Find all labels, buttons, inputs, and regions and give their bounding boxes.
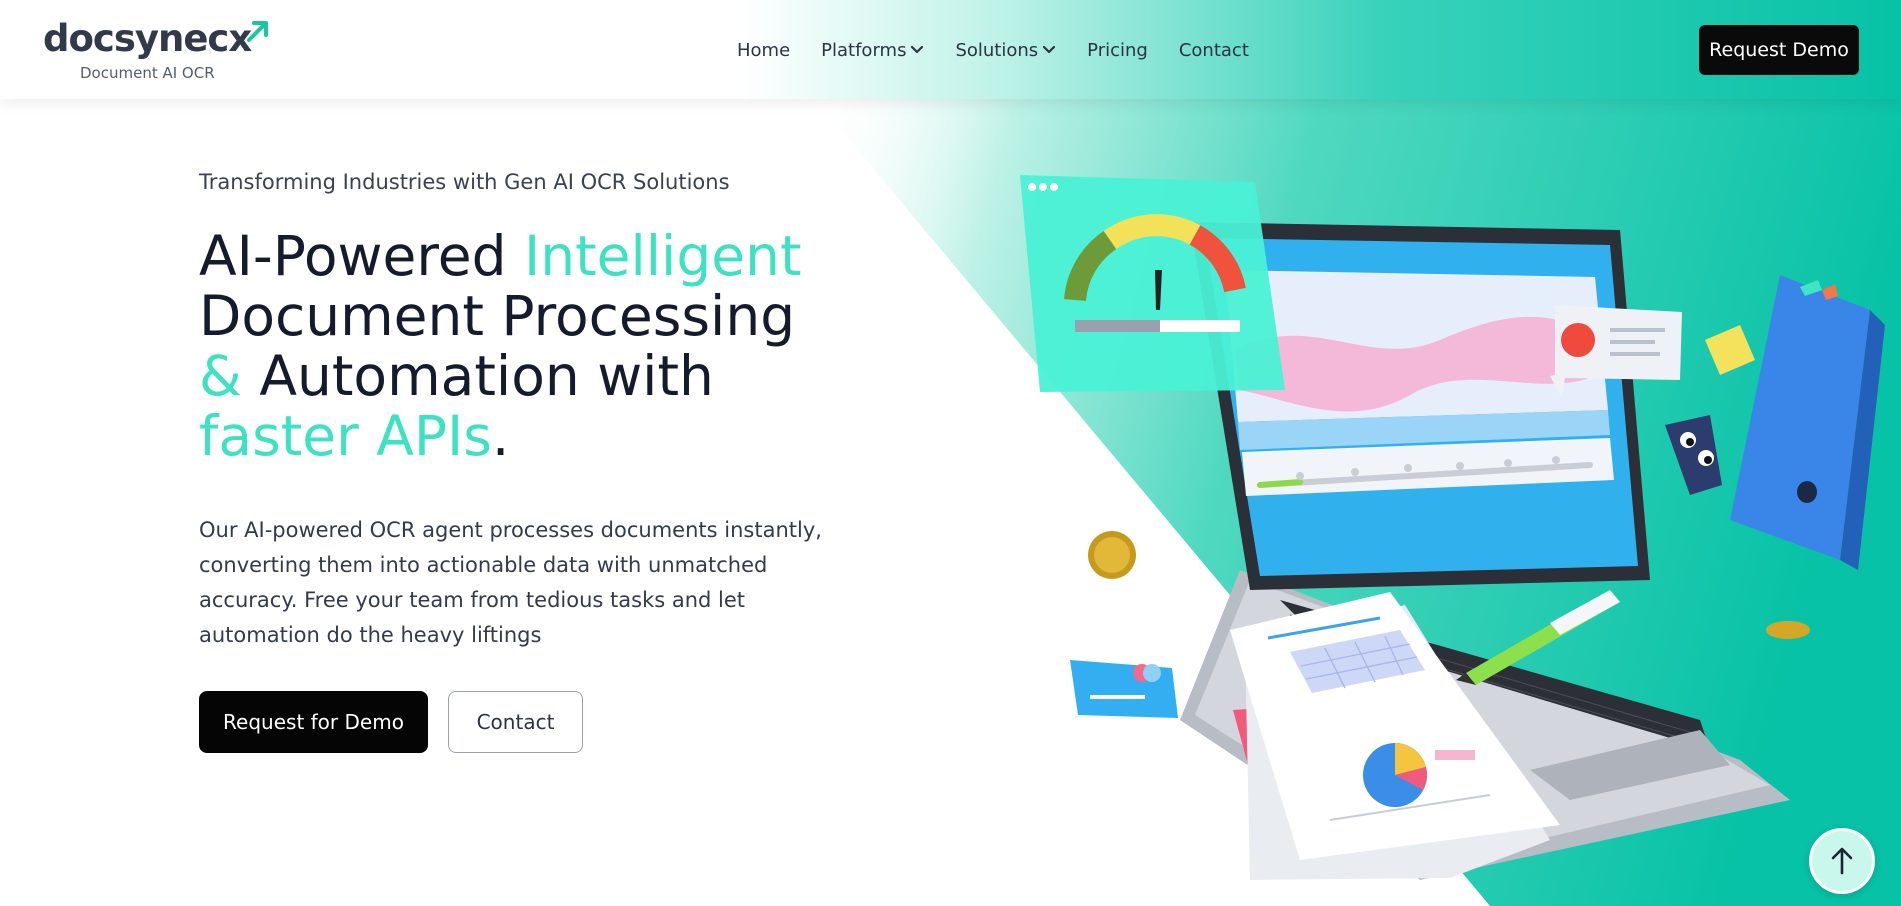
brand-subtitle: Document AI OCR — [80, 64, 215, 82]
chevron-down-icon — [911, 45, 924, 54]
nav-item-home[interactable]: Home — [737, 40, 790, 61]
headline-part: Automation with — [241, 344, 714, 408]
main-nav: Home Platforms Solutions Pricing Contact — [737, 37, 1280, 63]
request-for-demo-button[interactable]: Request for Demo — [199, 691, 428, 753]
nav-item-pricing[interactable]: Pricing — [1087, 40, 1148, 61]
hero-tagline: Transforming Industries with Gen AI OCR … — [199, 170, 730, 194]
nav-label: Contact — [1178, 39, 1249, 61]
hero-description: Our AI-powered OCR agent processes docum… — [199, 518, 822, 647]
headline-part: . — [491, 404, 510, 468]
nav-item-platforms[interactable]: Platforms — [821, 40, 924, 61]
hero-headline: AI-Powered Intelligent Document Processi… — [199, 226, 879, 466]
gauge-card-illustration — [1020, 175, 1285, 392]
nav-label: Pricing — [1087, 39, 1148, 61]
headline-accent: & — [199, 344, 242, 408]
headline-part: Document Processing — [199, 284, 796, 348]
scroll-to-top-button[interactable] — [1809, 828, 1875, 894]
request-demo-button[interactable]: Request Demo — [1699, 25, 1859, 75]
brand-name: docsynecx — [43, 17, 252, 60]
nav-item-contact[interactable]: Contact — [1179, 40, 1249, 61]
site-header: docsynecx Document AI OCR Home Platforms… — [0, 0, 1901, 99]
logo-arrows-icon — [247, 21, 268, 42]
nav-label: Home — [737, 39, 791, 61]
headline-accent: Intelligent — [524, 224, 802, 288]
nav-label: Solutions — [955, 39, 1039, 61]
headline-part: AI-Powered — [199, 224, 525, 288]
arrow-up-icon — [1831, 847, 1853, 875]
nav-item-solutions[interactable]: Solutions — [955, 40, 1056, 61]
chevron-down-icon — [1043, 45, 1056, 54]
binder-illustration — [1665, 275, 1885, 570]
hero-illustration — [1020, 175, 1885, 880]
pen-illustration — [1456, 590, 1620, 685]
headline-accent: faster APIs — [199, 404, 492, 468]
nav-label: Platforms — [821, 39, 907, 61]
contact-button[interactable]: Contact — [448, 691, 583, 753]
brand-logo[interactable]: docsynecx Document AI OCR — [43, 16, 283, 86]
